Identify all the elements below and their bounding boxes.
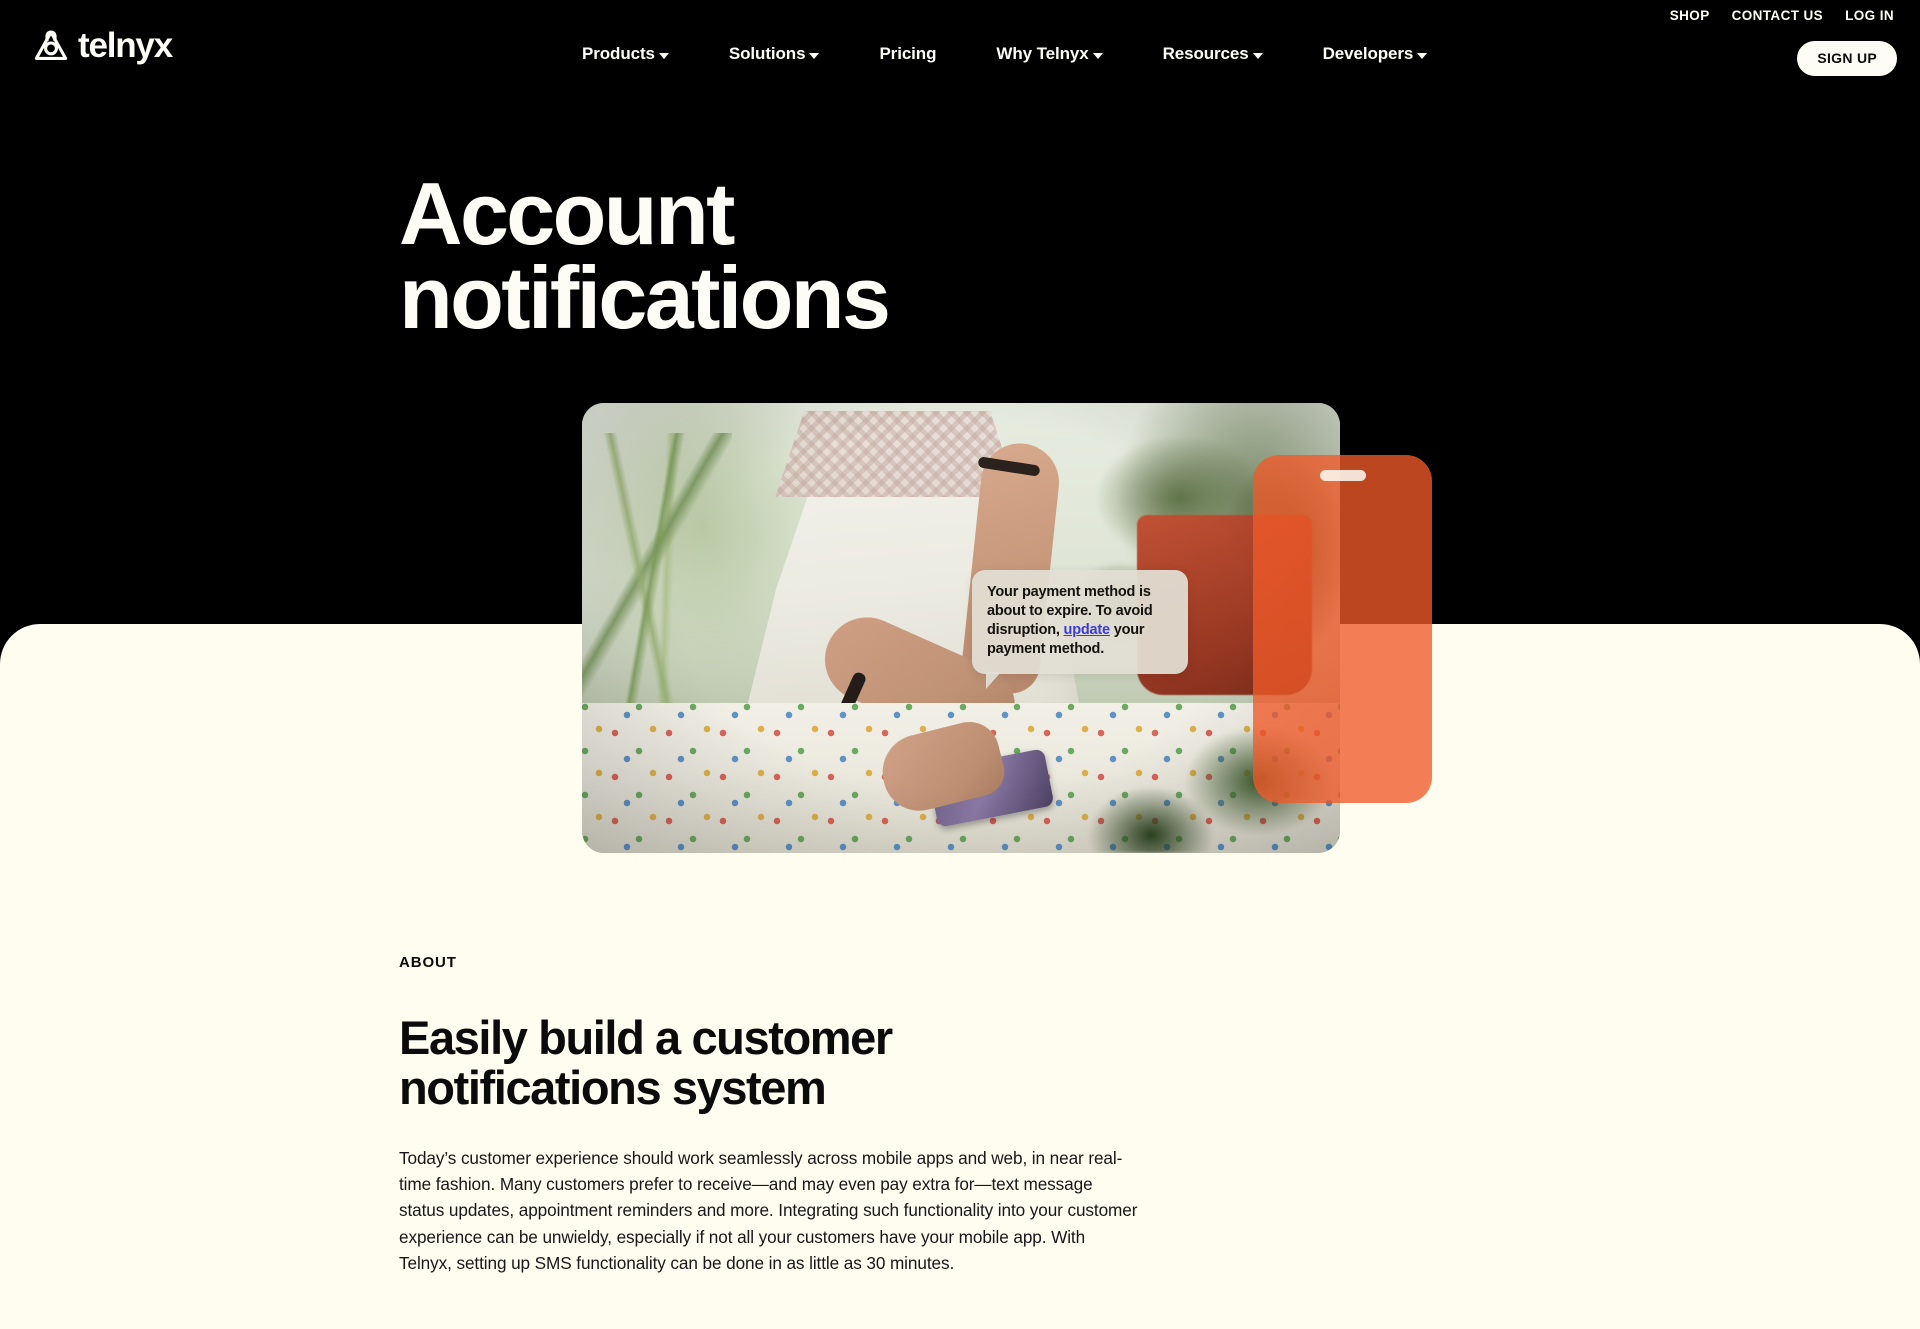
chevron-down-icon	[1092, 52, 1103, 59]
about-eyebrow: ABOUT	[399, 954, 457, 971]
telnyx-logo-icon	[33, 29, 69, 63]
utility-link-shop[interactable]: SHOP	[1670, 8, 1710, 23]
nav-item-pricing[interactable]: Pricing	[849, 44, 966, 64]
sign-up-button[interactable]: SIGN UP	[1797, 41, 1897, 76]
main-navbar: telnyx Products Solutions Pricing Why Te…	[0, 0, 1920, 96]
brand-home-link[interactable]: telnyx	[33, 26, 173, 65]
nav-item-products[interactable]: Products	[552, 44, 699, 64]
nav-item-why-telnyx-label: Why Telnyx	[996, 44, 1089, 63]
sms-bubble-tail	[986, 671, 1010, 689]
hero-media: Your payment method is about to expire. …	[582, 403, 1432, 853]
about-heading: Easily build a customer notifications sy…	[399, 1011, 893, 1115]
page-title: Account notifications	[399, 164, 891, 347]
chevron-down-icon	[658, 52, 669, 59]
nav-item-solutions[interactable]: Solutions	[699, 44, 850, 64]
primary-nav-links: Products Solutions Pricing Why Telnyx Re…	[552, 44, 1457, 64]
utility-link-log-in[interactable]: LOG IN	[1845, 8, 1894, 23]
chevron-down-icon	[1417, 52, 1428, 59]
chevron-down-icon	[809, 52, 820, 59]
utility-link-contact-us[interactable]: CONTACT US	[1732, 8, 1824, 23]
sms-update-link[interactable]: update	[1064, 622, 1111, 638]
page-root: SHOP CONTACT US LOG IN telnyx Products S…	[0, 0, 1920, 1329]
nav-item-solutions-label: Solutions	[728, 44, 806, 63]
phone-mockup	[1253, 455, 1432, 803]
about-section: ABOUT Easily build a customer notificati…	[399, 954, 1159, 1276]
sms-notification-bubble: Your payment method is about to expire. …	[972, 570, 1188, 689]
sms-message-text: Your payment method is about to expire. …	[987, 583, 1173, 660]
nav-item-resources-label: Resources	[1162, 44, 1249, 63]
nav-item-resources[interactable]: Resources	[1133, 44, 1293, 64]
about-body-text: Today’s customer experience should work …	[399, 1147, 1138, 1273]
nav-item-why-telnyx[interactable]: Why Telnyx	[966, 44, 1132, 64]
hero-photo	[582, 403, 1340, 853]
nav-item-pricing-label: Pricing	[879, 44, 937, 63]
nav-item-developers-label: Developers	[1322, 44, 1414, 63]
nav-item-products-label: Products	[582, 44, 655, 63]
brand-wordmark: telnyx	[78, 26, 173, 65]
phone-speaker-icon	[1319, 470, 1366, 481]
chevron-down-icon	[1252, 52, 1263, 59]
nav-item-developers[interactable]: Developers	[1293, 44, 1458, 64]
photo-vignette	[582, 403, 1340, 853]
utility-nav: SHOP CONTACT US LOG IN	[1670, 8, 1894, 23]
